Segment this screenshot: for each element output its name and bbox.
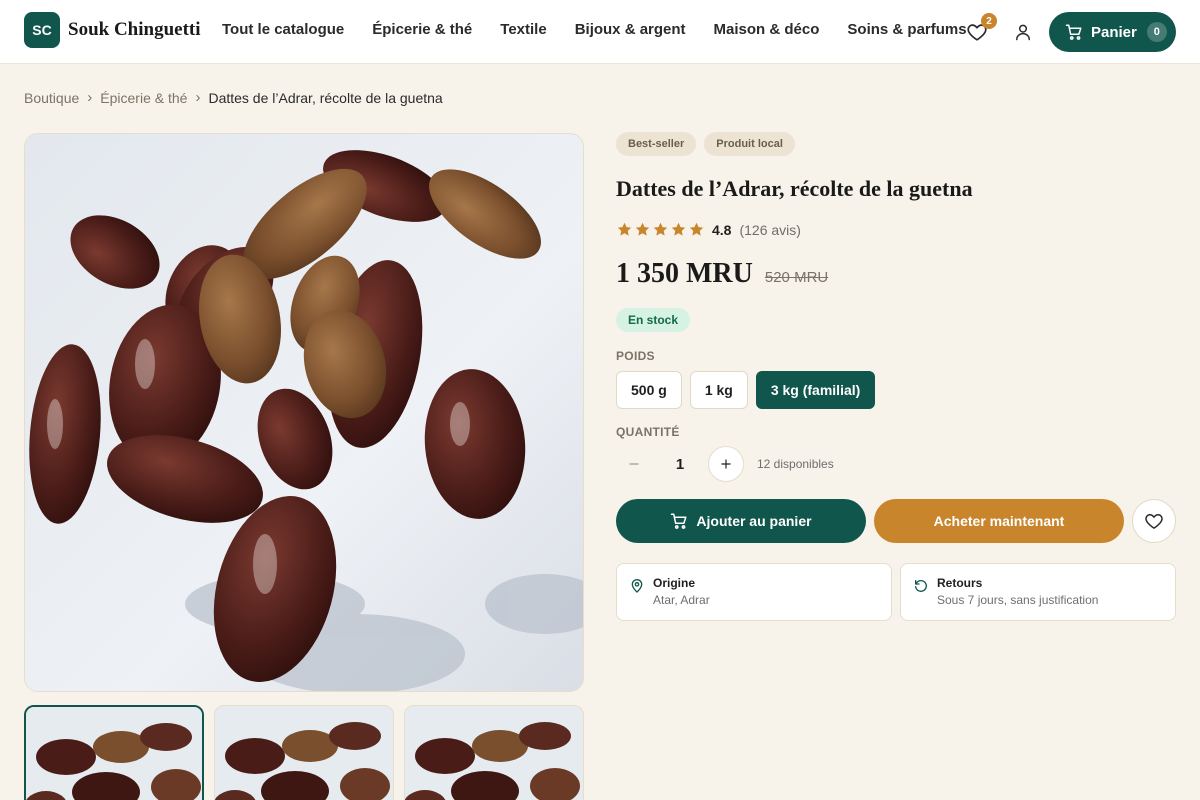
cart-count-badge: 0 — [1146, 22, 1167, 42]
star-icon — [689, 222, 704, 236]
nav-item-epicerie[interactable]: Épicerie & thé — [372, 21, 472, 38]
star-icon — [653, 222, 668, 236]
brand-name: Souk Chinguetti — [68, 19, 201, 40]
stock-badge: En stock — [616, 308, 691, 332]
return-icon — [915, 580, 927, 592]
brand-logo[interactable]: SC Souk Chinguetti — [24, 12, 201, 48]
returns-card: Retours Sous 7 jours, sans justification — [900, 563, 1176, 621]
wishlist-count-badge: 2 — [981, 13, 997, 29]
rating-value: 4.8 — [712, 221, 732, 238]
main-nav: Tout le catalogue Épicerie & thé Textile… — [222, 21, 995, 38]
cart-icon — [671, 513, 687, 529]
rating-count[interactable]: (126 avis) — [739, 222, 800, 238]
star-icon — [617, 222, 632, 236]
site-header: SC Souk Chinguetti Tout le catalogue Épi… — [0, 0, 1200, 64]
chevron-right-icon: › — [87, 89, 93, 106]
price-row: 1 350 MRU 520 MRU — [616, 258, 828, 290]
returns-title: Retours — [937, 576, 983, 590]
product-tags: Best-seller Produit local — [616, 132, 803, 156]
product-main-image[interactable] — [24, 133, 584, 692]
product-title: Dattes de l’Adrar, récolte de la guetna — [616, 176, 973, 201]
quantity-increase-button[interactable] — [708, 446, 744, 482]
weight-options: 500 g 1 kg 3 kg (familial) — [616, 371, 883, 409]
location-pin-icon — [631, 579, 643, 593]
logo-badge: SC — [24, 12, 60, 48]
nav-item-soins[interactable]: Soins & parfums — [847, 21, 966, 38]
nav-item-textile[interactable]: Textile — [500, 21, 546, 38]
origin-title: Origine — [653, 576, 696, 590]
add-to-cart-button[interactable]: Ajouter au panier — [616, 499, 866, 543]
breadcrumb: Boutique › Épicerie & thé › Dattes de l’… — [24, 89, 443, 106]
weight-label: POIDS — [616, 349, 655, 363]
heart-icon — [1145, 514, 1163, 529]
price: 1 350 MRU — [616, 258, 753, 289]
nav-item-bijoux[interactable]: Bijoux & argent — [575, 21, 686, 38]
nav-item-maison[interactable]: Maison & déco — [714, 21, 820, 38]
tag-produit-local: Produit local — [704, 132, 795, 156]
origin-card: Origine Atar, Adrar — [616, 563, 892, 621]
plus-icon — [721, 459, 731, 469]
thumbnail-image — [215, 706, 393, 800]
breadcrumb-epicerie[interactable]: Épicerie & thé — [100, 90, 187, 106]
thumbnail-image — [405, 706, 583, 800]
star-icon — [671, 222, 686, 236]
tag-best-seller: Best-seller — [616, 132, 697, 156]
weight-option-3kg[interactable]: 3 kg (familial) — [755, 371, 876, 409]
breadcrumb-current: Dattes de l’Adrar, récolte de la guetna — [208, 89, 443, 106]
weight-option-500g[interactable]: 500 g — [616, 371, 682, 409]
wishlist-button[interactable]: 2 — [965, 13, 997, 44]
old-price: 520 MRU — [764, 269, 829, 286]
thumbnail-image — [26, 707, 202, 800]
thumbnail-1[interactable] — [24, 705, 204, 800]
quantity-value[interactable]: 1 — [660, 456, 700, 473]
minus-icon — [629, 463, 639, 465]
star-icon — [635, 222, 650, 236]
cart-icon — [1065, 24, 1082, 40]
dates-photo — [25, 134, 583, 691]
weight-option-1kg[interactable]: 1 kg — [689, 371, 748, 409]
quantity-label: QUANTITÉ — [616, 425, 680, 439]
quantity-decrease-button[interactable] — [616, 446, 652, 482]
add-to-wishlist-button[interactable] — [1132, 499, 1176, 543]
breadcrumb-boutique[interactable]: Boutique — [24, 90, 79, 106]
thumbnail-3[interactable] — [404, 705, 584, 800]
available-count: 12 disponibles — [757, 457, 834, 471]
thumbnail-2[interactable] — [214, 705, 394, 800]
account-button[interactable] — [1011, 20, 1035, 44]
product-rating[interactable]: 4.8 (126 avis) — [616, 221, 801, 238]
returns-value: Sous 7 jours, sans justification — [937, 593, 1099, 607]
cart-label: Panier — [1091, 23, 1137, 41]
rating-stars — [616, 221, 706, 238]
user-icon — [1016, 24, 1030, 41]
add-to-cart-label: Ajouter au panier — [696, 513, 812, 529]
nav-item-catalogue[interactable]: Tout le catalogue — [222, 21, 344, 38]
buy-now-button[interactable]: Acheter maintenant — [874, 499, 1124, 543]
cart-button[interactable]: Panier 0 — [1049, 12, 1176, 52]
origin-value: Atar, Adrar — [653, 593, 710, 607]
chevron-right-icon: › — [195, 89, 201, 106]
